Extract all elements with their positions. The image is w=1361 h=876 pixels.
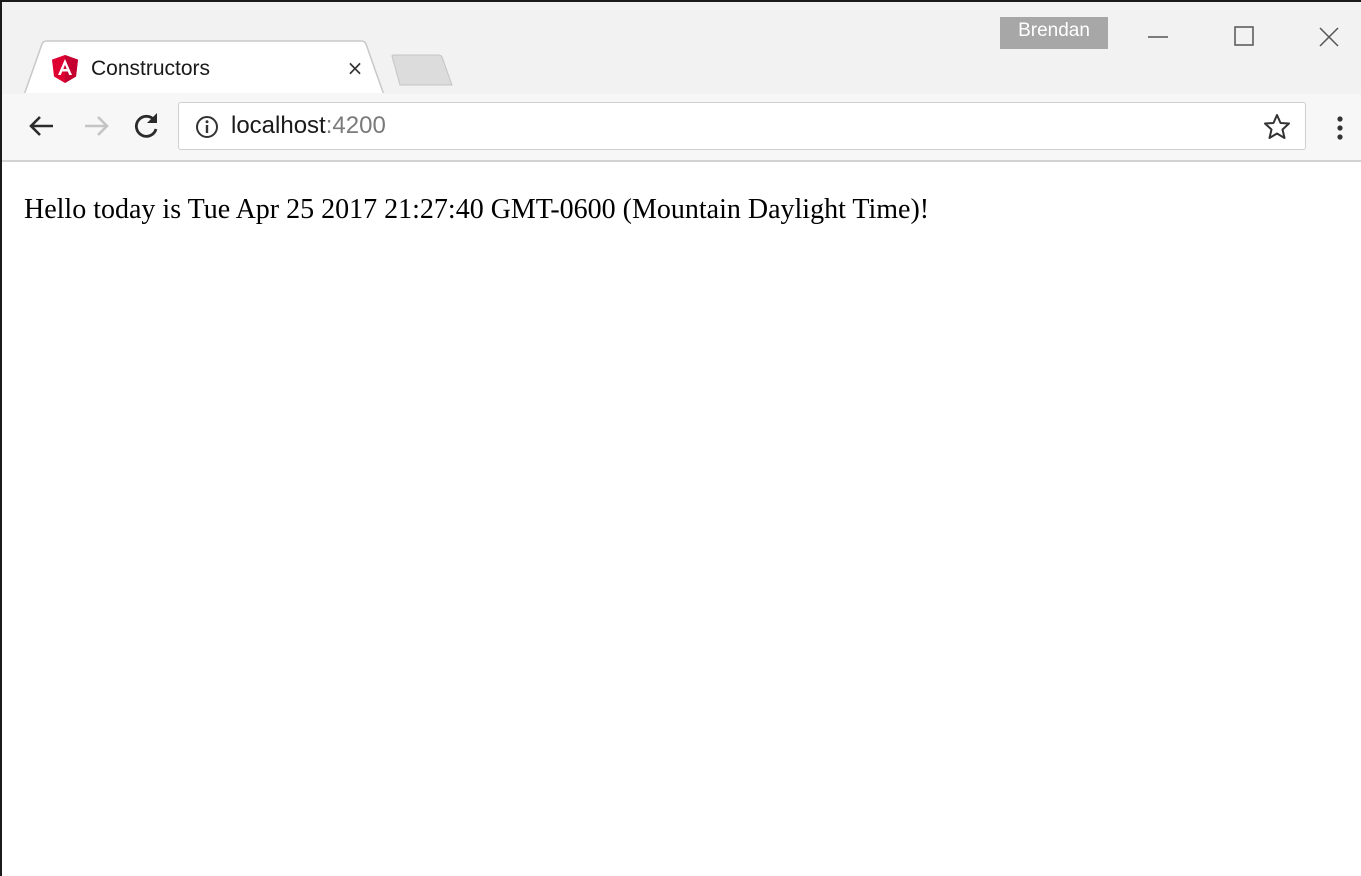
page-content: Hello today is Tue Apr 25 2017 21:27:40 … xyxy=(2,162,1361,876)
minimize-icon[interactable] xyxy=(1128,16,1188,58)
browser-toolbar: localhost:4200 xyxy=(2,94,1361,162)
profile-badge[interactable]: Brendan xyxy=(1000,17,1108,49)
back-arrow-icon[interactable] xyxy=(26,110,58,142)
forward-arrow-icon[interactable] xyxy=(80,110,112,142)
star-icon[interactable] xyxy=(1263,113,1291,141)
new-tab-button[interactable] xyxy=(390,54,454,86)
greeting-text: Hello today is Tue Apr 25 2017 21:27:40 … xyxy=(24,194,930,225)
address-bar[interactable]: localhost:4200 xyxy=(178,102,1306,150)
close-icon[interactable] xyxy=(1298,16,1358,58)
reload-icon[interactable] xyxy=(130,110,162,142)
info-icon[interactable] xyxy=(195,115,219,139)
tab-title: Constructors xyxy=(91,57,211,80)
url-host: localhost xyxy=(231,112,326,139)
browser-window: Constructors × Brendan localhost:4200 He… xyxy=(0,0,1361,876)
maximize-icon[interactable] xyxy=(1214,16,1274,58)
tab-strip: Constructors × Brendan xyxy=(2,2,1361,96)
url-text[interactable]: localhost:4200 xyxy=(231,111,386,141)
angular-icon xyxy=(52,55,78,83)
kebab-menu-icon[interactable] xyxy=(1326,114,1354,142)
tab-close-icon[interactable]: × xyxy=(342,54,368,82)
url-port: :4200 xyxy=(325,112,386,139)
tab-constructors[interactable]: Constructors × xyxy=(24,40,384,96)
